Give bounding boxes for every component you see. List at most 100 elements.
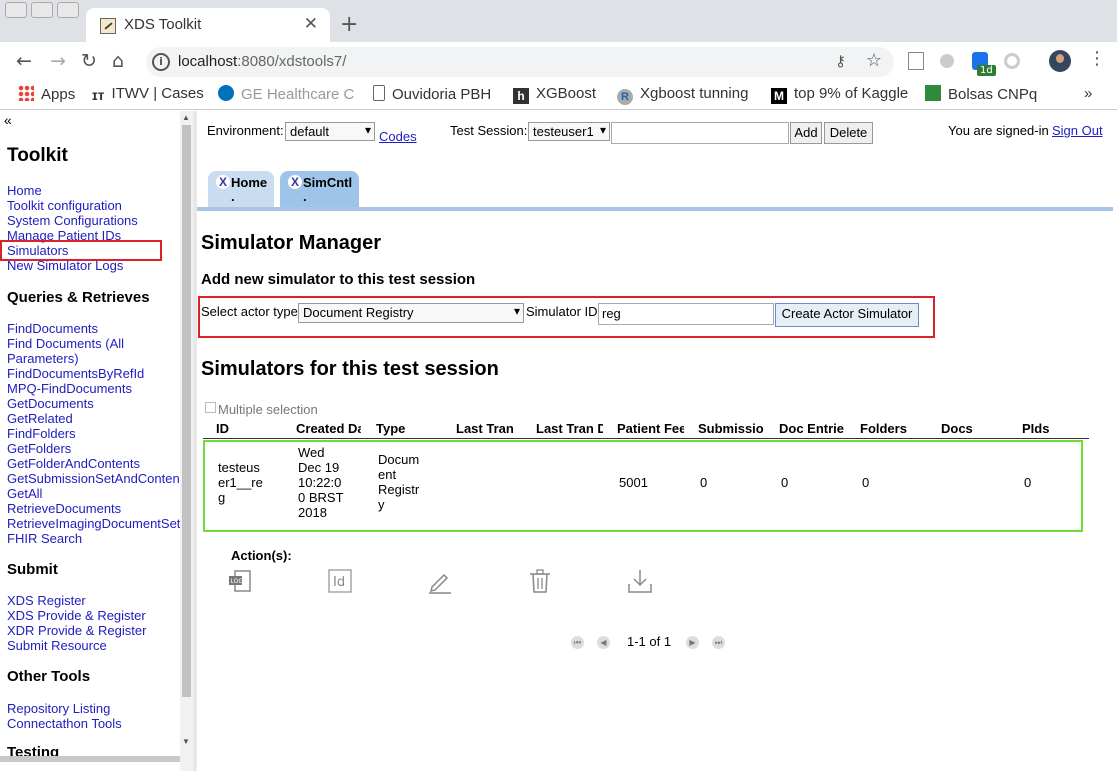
window-minimize-button[interactable] [31,2,53,18]
column-header-pids[interactable]: PIds [1022,421,1082,436]
actor-type-select[interactable]: Document Registry [298,303,524,323]
column-header-id[interactable]: ID [216,421,286,436]
sidebar-collapse-button[interactable]: « [4,112,12,128]
chrome-menu-icon[interactable]: ⋮ [1088,48,1106,69]
site-info-icon[interactable]: i [152,53,170,71]
tab-home[interactable]: X Home . [208,171,274,207]
refresh-extension-icon[interactable] [1004,53,1020,69]
pager-previous-icon[interactable]: ◀ [597,636,610,649]
column-header-patient-feed[interactable]: Patient Fee [617,421,684,436]
sidebar-link-home[interactable]: Home [7,183,42,198]
profile-avatar[interactable] [1049,50,1071,72]
window-maximize-button[interactable] [57,2,79,18]
sidebar-link-toolkit-configuration[interactable]: Toolkit configuration [7,198,122,213]
test-session-select[interactable]: testeuser1 [528,122,610,141]
create-actor-simulator-button[interactable]: Create Actor Simulator [775,303,919,327]
id-icon[interactable]: Id [327,568,353,594]
document-extension-icon[interactable] [908,52,924,70]
sidebar-link-findfolders[interactable]: FindFolders [7,426,76,441]
sidebar-link-getall[interactable]: GetAll [7,486,42,501]
bookmark-xgboost-tunning[interactable]: R Xgboost tunning [617,85,748,105]
sidebar-link-mpq-finddocuments[interactable]: MPQ-FindDocuments [7,381,132,396]
scroll-down-icon[interactable]: ▼ [182,737,190,746]
sign-out-link[interactable]: Sign Out [1052,123,1103,138]
actor-type-label: Select actor type [201,304,298,319]
multiple-selection-checkbox[interactable]: Multiple selection [205,402,318,417]
edit-pencil-icon[interactable] [427,568,453,594]
pager-last-icon[interactable]: ⏭ [712,636,725,649]
simulator-id-input[interactable]: reg [598,303,774,325]
forward-icon[interactable]: → [50,50,66,72]
sidebar-link-fhir-search[interactable]: FHIR Search [7,531,82,546]
sidebar-link-connectathon-tools[interactable]: Connectathon Tools [7,716,122,731]
svg-text:Id: Id [333,575,345,590]
back-icon[interactable]: ← [16,50,32,72]
pager-next-icon[interactable]: ▶ [686,636,699,649]
sidebar-link-xds-provide-register[interactable]: XDS Provide & Register [7,608,146,623]
delete-session-button[interactable]: Delete [824,122,873,144]
toolkit-sidebar: « Toolkit Home Toolkit configuration Sys… [0,111,180,771]
tab-close-icon[interactable]: ✕ [304,14,318,34]
reload-icon[interactable]: ↻ [81,50,97,72]
pager-first-icon[interactable]: ⏮ [571,636,584,649]
test-session-input[interactable] [611,122,789,144]
sidebar-link-repository-listing[interactable]: Repository Listing [7,701,110,716]
sidebar-link-submit-resource[interactable]: Submit Resource [7,638,107,653]
log-icon[interactable]: LOG [227,568,253,594]
table-header-divider [203,438,1089,439]
tab-simcntl[interactable]: X SimCntl . [280,171,359,207]
sidebar-link-getfolders[interactable]: GetFolders [7,441,71,456]
bookmark-star-icon[interactable]: ☆ [866,50,882,71]
bookmark-ouvidoria[interactable]: Ouvidoria PBH [373,85,491,103]
sidebar-link-getfolderandcontents[interactable]: GetFolderAndContents [7,456,140,471]
sidebar-link-finddocumentsbyrefid[interactable]: FindDocumentsByRefId [7,366,144,381]
bookmark-bolsas-cnpq[interactable]: Bolsas CNPq [925,85,1037,103]
sidebar-link-getdocuments[interactable]: GetDocuments [7,396,94,411]
sidebar-scroll-thumb[interactable] [182,125,191,697]
tab-home-close-icon[interactable]: X [216,175,230,189]
circle-extension-icon[interactable] [940,54,954,68]
download-icon[interactable] [627,568,653,594]
tab-simcntl-close-icon[interactable]: X [288,175,302,189]
column-header-submissions[interactable]: Submissio [698,421,765,436]
page-title: Simulator Manager [201,232,382,254]
bookmark-xgboost[interactable]: h XGBoost [513,85,596,104]
sidebar-link-xdr-provide-register[interactable]: XDR Provide & Register [7,623,146,638]
scroll-up-icon[interactable]: ▲ [182,113,190,122]
address-bar[interactable]: i localhost:8080/xdstools7/ ⚷ ☆ [146,47,894,77]
new-tab-button[interactable]: + [340,12,358,37]
key-icon[interactable]: ⚷ [835,52,846,70]
codes-link[interactable]: Codes [379,129,417,144]
sidebar-link-find-documents-all-params[interactable]: Parameters) [7,351,79,366]
column-header-created-date[interactable]: Created Da [296,421,361,436]
trash-icon[interactable] [527,568,553,594]
sidebar-link-getsubmissionsetandcontents[interactable]: GetSubmissionSetAndContents [7,471,180,486]
browser-tab[interactable]: XDS Toolkit ✕ [86,8,330,42]
sidebar-link-finddocuments[interactable]: FindDocuments [7,321,98,336]
sidebar-link-system-configurations[interactable]: System Configurations [7,213,138,228]
column-header-docs[interactable]: Docs [941,421,1008,436]
sidebar-link-find-documents-all[interactable]: Find Documents (All [7,336,124,351]
column-header-last-transaction[interactable]: Last Tran [456,421,526,436]
sidebar-link-getrelated[interactable]: GetRelated [7,411,73,426]
sidebar-scrollbar[interactable]: ▲ ▼ [180,111,193,771]
checkbox-icon[interactable] [205,402,216,413]
sidebar-link-retrieveimagingdocumentset[interactable]: RetrieveImagingDocumentSet [7,516,180,531]
environment-select[interactable]: default [285,122,375,141]
column-header-doc-entries[interactable]: Doc Entrie [779,421,846,436]
sidebar-horizontal-scrollbar[interactable] [0,756,180,762]
sidebar-link-xds-register[interactable]: XDS Register [7,593,86,608]
home-icon[interactable]: ⌂ [112,50,124,72]
column-header-last-transaction-date[interactable]: Last Tran D [536,421,603,436]
add-session-button[interactable]: Add [790,122,822,144]
bookmark-apps[interactable]: Apps [18,85,75,103]
bookmark-kaggle[interactable]: Mtop 9% of Kaggle [771,85,908,104]
window-close-button[interactable] [5,2,27,18]
bookmark-ge-healthcare[interactable]: GE Healthcare C [218,85,354,103]
url-text[interactable]: localhost:8080/xdstools7/ [178,53,346,70]
sidebar-link-retrievedocuments[interactable]: RetrieveDocuments [7,501,121,516]
bookmarks-more-button[interactable]: » [1084,85,1092,102]
bookmark-itwv[interactable]: ɪᴛ ITWV | Cases [92,85,204,103]
column-header-folders[interactable]: Folders [860,421,927,436]
column-header-type[interactable]: Type [376,421,446,436]
